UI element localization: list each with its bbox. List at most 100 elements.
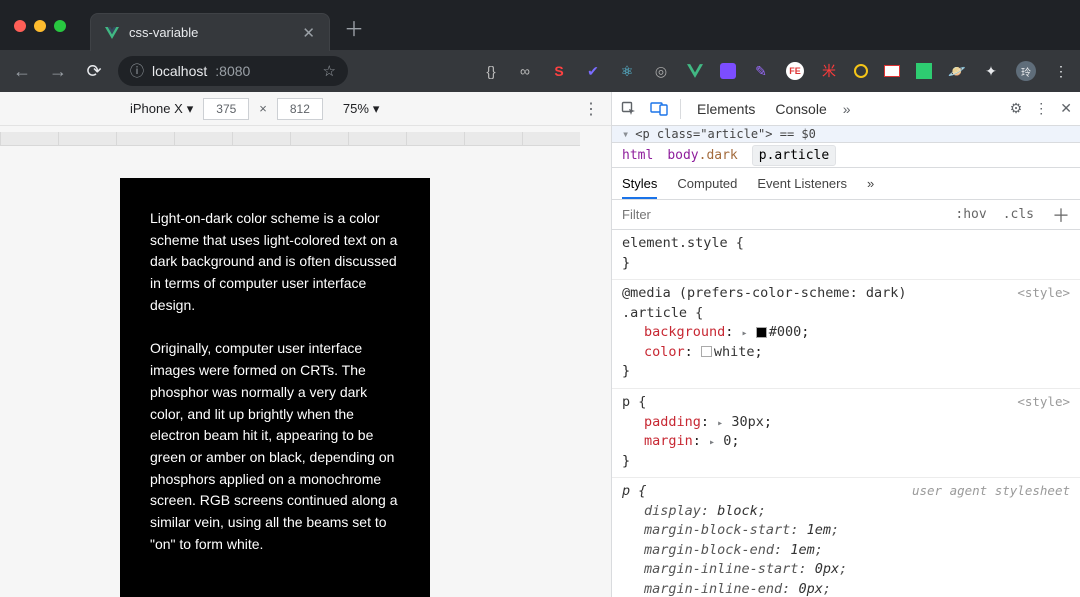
ext-react-icon[interactable]: ⚛ <box>618 62 636 80</box>
ruler <box>0 132 611 146</box>
window-minimize-icon[interactable] <box>34 20 46 32</box>
decl-padding[interactable]: padding: ▸ 30px; <box>622 413 1070 433</box>
rule-source: user agent stylesheet <box>912 482 1070 500</box>
address-bar[interactable]: ⓘ localhost :8080 ☆ <box>118 56 348 86</box>
profile-avatar[interactable]: 玲 <box>1016 61 1036 81</box>
color-swatch-icon[interactable] <box>701 346 712 357</box>
window-zoom-icon[interactable] <box>54 20 66 32</box>
zoom-value: 75% <box>343 101 369 116</box>
forward-button[interactable]: → <box>46 61 70 82</box>
ext-check-icon[interactable]: ✔ <box>584 62 602 80</box>
rule-close: } <box>622 452 1070 472</box>
window-close-icon[interactable] <box>14 20 26 32</box>
url-port: :8080 <box>215 63 250 79</box>
article: Light-on-dark color scheme is a color sc… <box>120 178 430 597</box>
device-emulation-pane: iPhone X ▾ 375 × 812 75% ▾ ⋮ Light-on-da… <box>0 92 612 597</box>
close-icon[interactable]: ✕ <box>302 24 315 42</box>
crumb-body[interactable]: body.dark <box>667 148 737 163</box>
rule-close: } <box>622 254 1070 274</box>
rule-media: @media (prefers-color-scheme: dark) <box>622 284 1070 304</box>
browser-tab[interactable]: css-variable ✕ <box>90 13 330 51</box>
ext-purple-icon[interactable] <box>720 63 736 79</box>
device-width-input[interactable]: 375 <box>203 98 249 120</box>
chevron-down-icon: ▾ <box>373 101 380 117</box>
cls-toggle[interactable]: .cls <box>995 207 1042 222</box>
subtab-event-listeners[interactable]: Event Listeners <box>757 176 847 191</box>
ext-planet-icon[interactable]: 🪐 <box>948 62 966 80</box>
breadcrumb: html body.dark p.article <box>612 142 1080 168</box>
dom-selected-row[interactable]: ▾ <p class="article"> == $0 <box>612 126 1080 142</box>
dimension-x: × <box>259 101 267 116</box>
browser-tabstrip: css-variable ✕ ＋ <box>0 0 1080 50</box>
rule-p[interactable]: <style> p { padding: ▸ 30px; margin: ▸ 0… <box>612 389 1080 478</box>
styles-rules: element.style { } <style> @media (prefer… <box>612 230 1080 597</box>
extensions-icon[interactable]: ✦ <box>982 62 1000 80</box>
rule-element-style[interactable]: element.style { } <box>612 230 1080 280</box>
article-paragraph: Light-on-dark color scheme is a color sc… <box>150 208 400 316</box>
dom-hint: <p class="article"> == $0 <box>635 127 816 141</box>
rule-source[interactable]: <style> <box>1017 393 1070 411</box>
more-subtabs-icon[interactable]: » <box>867 176 874 191</box>
new-tab-button[interactable]: ＋ <box>330 13 378 50</box>
reload-button[interactable]: ⟳ <box>82 61 106 82</box>
site-info-icon[interactable]: ⓘ <box>130 61 144 81</box>
new-rule-icon[interactable]: ＋ <box>1042 202 1080 228</box>
styles-filter-input[interactable] <box>612 207 947 222</box>
subtab-computed[interactable]: Computed <box>677 176 737 191</box>
rule-p-useragent[interactable]: user agent stylesheet p { display: block… <box>612 478 1080 597</box>
ext-red-star-icon[interactable]: 米 <box>820 62 838 80</box>
tab-title: css-variable <box>129 25 198 40</box>
devtools-menu-icon[interactable]: ⋮ <box>1034 100 1048 117</box>
subtab-styles[interactable]: Styles <box>622 176 657 199</box>
back-button[interactable]: ← <box>10 61 34 82</box>
gear-icon[interactable]: ⚙ <box>1010 100 1023 117</box>
device-frame: Light-on-dark color scheme is a color sc… <box>120 178 430 597</box>
rule-article-dark[interactable]: <style> @media (prefers-color-scheme: da… <box>612 280 1080 389</box>
toggle-device-icon[interactable] <box>650 100 668 118</box>
url-host: localhost <box>152 63 207 79</box>
decl-color[interactable]: color: white; <box>622 343 1070 363</box>
extension-icons: {} ∞ S ✔ ⚛ ◎ ✎ FE 米 🪐 ✦ 玲 ⋮ <box>482 61 1070 81</box>
ext-green-square-icon[interactable] <box>916 63 932 79</box>
ext-fe-icon[interactable]: FE <box>786 62 804 80</box>
decl-background[interactable]: background: ▸ #000; <box>622 323 1070 343</box>
decl-margin[interactable]: margin: ▸ 0; <box>622 432 1070 452</box>
rule-selector: element.style { <box>622 234 1070 254</box>
tab-elements[interactable]: Elements <box>693 97 759 121</box>
device-height-input[interactable]: 812 <box>277 98 323 120</box>
browser-toolbar: ← → ⟳ ⓘ localhost :8080 ☆ {} ∞ S ✔ ⚛ ◎ ✎ … <box>0 50 1080 92</box>
rule-source[interactable]: <style> <box>1017 284 1070 302</box>
rule-close: } <box>622 362 1070 382</box>
device-toolbar: iPhone X ▾ 375 × 812 75% ▾ ⋮ <box>0 92 611 126</box>
window-controls <box>0 20 80 50</box>
ext-yellow-circle-icon[interactable] <box>854 64 868 78</box>
ext-braces-icon[interactable]: {} <box>482 62 500 80</box>
hov-toggle[interactable]: :hov <box>947 207 994 222</box>
chevron-down-icon: ▾ <box>187 101 194 117</box>
zoom-selector[interactable]: 75% ▾ <box>343 101 380 117</box>
crumb-html[interactable]: html <box>622 148 653 163</box>
color-swatch-icon[interactable] <box>756 327 767 338</box>
ext-feather-icon[interactable]: ✎ <box>752 62 770 80</box>
close-devtools-icon[interactable]: ✕ <box>1060 100 1072 117</box>
ext-s-icon[interactable]: S <box>550 62 568 80</box>
ext-link-icon[interactable]: ∞ <box>516 62 534 80</box>
device-name: iPhone X <box>130 101 183 116</box>
ext-box-icon[interactable] <box>884 65 900 77</box>
vue-icon <box>105 26 119 40</box>
ext-target-icon[interactable]: ◎ <box>652 62 670 80</box>
styles-filter-row: :hov .cls ＋ <box>612 200 1080 230</box>
more-tabs-icon[interactable]: » <box>843 101 851 117</box>
browser-menu-icon[interactable]: ⋮ <box>1052 62 1070 80</box>
devtools-header: Elements Console » ⚙ ⋮ ✕ <box>612 92 1080 126</box>
rule-selector: .article { <box>622 304 1070 324</box>
device-selector[interactable]: iPhone X ▾ <box>130 101 193 117</box>
bookmark-icon[interactable]: ☆ <box>323 62 336 80</box>
ext-vue-icon[interactable] <box>686 62 704 80</box>
device-menu-icon[interactable]: ⋮ <box>583 99 599 119</box>
inspect-element-icon[interactable] <box>620 100 638 118</box>
devtools-panel: Elements Console » ⚙ ⋮ ✕ ▾ <p class="art… <box>612 92 1080 597</box>
crumb-selected[interactable]: p.article <box>752 145 836 166</box>
tab-console[interactable]: Console <box>771 97 830 121</box>
styles-subtabs: Styles Computed Event Listeners » <box>612 168 1080 200</box>
